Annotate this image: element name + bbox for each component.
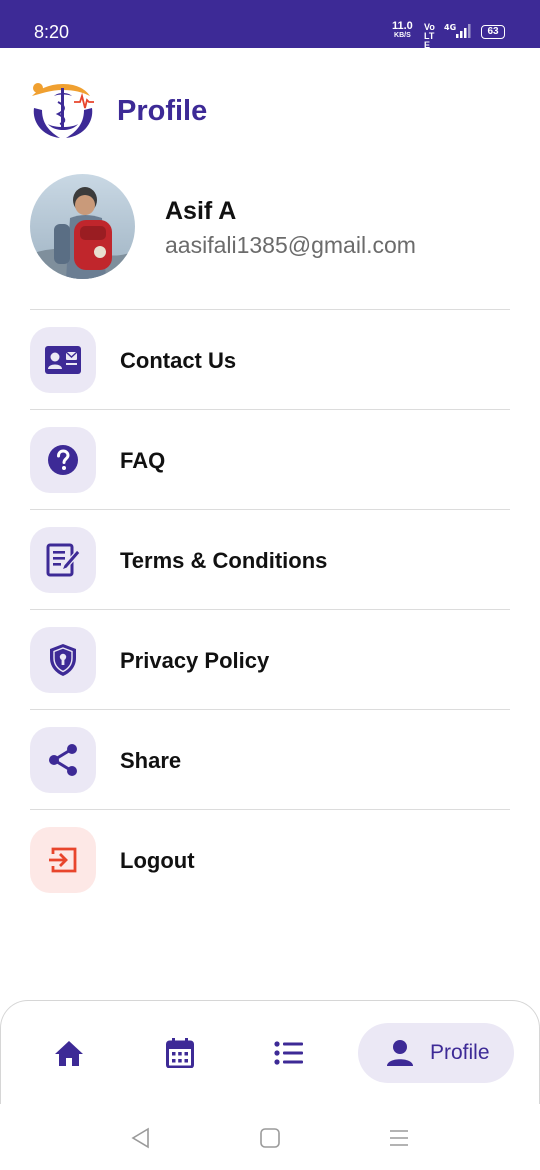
privacy-icon-box	[30, 627, 96, 693]
menu-label: Terms & Conditions	[120, 548, 328, 573]
faq-icon-box	[30, 427, 96, 493]
status-bar: 8:20 11.0 KB/S Vo LTE 4G 63	[0, 0, 540, 50]
home-icon	[55, 1041, 83, 1066]
menu-item-contact-us[interactable]: Contact Us	[30, 309, 510, 409]
avatar-image	[30, 174, 135, 279]
question-icon	[48, 445, 78, 475]
menu-label: FAQ	[120, 448, 166, 473]
status-time: 8:20	[34, 22, 70, 42]
menu-item-faq[interactable]: FAQ	[30, 409, 510, 509]
menu-item-share[interactable]: Share	[30, 709, 510, 809]
profile-menu: Contact Us FAQ Terms & Conditions Privac…	[30, 309, 510, 909]
contact-card-icon	[45, 346, 81, 374]
calendar-icon	[166, 1038, 194, 1068]
menu-label: Privacy Policy	[120, 648, 270, 673]
back-icon[interactable]	[129, 1126, 153, 1150]
menu-label: Logout	[120, 848, 195, 873]
share-icon	[49, 744, 77, 776]
nav-home-button[interactable]	[39, 1023, 99, 1083]
nav-calendar-button[interactable]	[150, 1023, 210, 1083]
nav-profile-label: Profile	[430, 1041, 490, 1064]
logout-icon-box	[30, 827, 96, 893]
nav-profile-button[interactable]: Profile	[358, 1023, 514, 1083]
volte-indicator: Vo LTE	[424, 22, 435, 50]
system-navigation-bar	[0, 1104, 540, 1170]
contact-icon-box	[30, 327, 96, 393]
avatar[interactable]	[30, 174, 135, 279]
app-logo	[32, 83, 94, 138]
menu-item-terms[interactable]: Terms & Conditions	[30, 509, 510, 609]
page-title: Profile	[117, 95, 208, 127]
profile-card: Asif A aasifali1385@gmail.com	[30, 174, 510, 280]
menu-item-privacy-policy[interactable]: Privacy Policy	[30, 609, 510, 709]
shield-lock-icon	[50, 644, 76, 676]
bottom-navigation: Profile	[0, 1000, 540, 1104]
list-icon	[274, 1041, 303, 1065]
battery-indicator: 63	[481, 25, 505, 39]
network-speed: 11.0 KB/S	[392, 21, 413, 40]
recents-menu-icon[interactable]	[387, 1126, 411, 1150]
network-speed-unit: KB/S	[394, 32, 411, 39]
menu-label: Share	[120, 748, 182, 773]
network-type: 4G	[444, 23, 456, 32]
menu-label: Contact Us	[120, 348, 237, 373]
signal-icon: 4G	[444, 23, 471, 38]
user-name: Asif A	[165, 197, 237, 225]
menu-item-logout[interactable]: Logout	[30, 809, 510, 909]
home-square-icon[interactable]	[258, 1126, 282, 1150]
terms-icon-box	[30, 527, 96, 593]
document-edit-icon	[46, 543, 81, 577]
nav-list-button[interactable]	[259, 1023, 319, 1083]
page-header: Profile	[28, 78, 508, 142]
logout-icon	[49, 847, 77, 873]
share-icon-box	[30, 727, 96, 793]
person-icon	[387, 1040, 413, 1066]
user-email: aasifali1385@gmail.com	[165, 232, 416, 258]
